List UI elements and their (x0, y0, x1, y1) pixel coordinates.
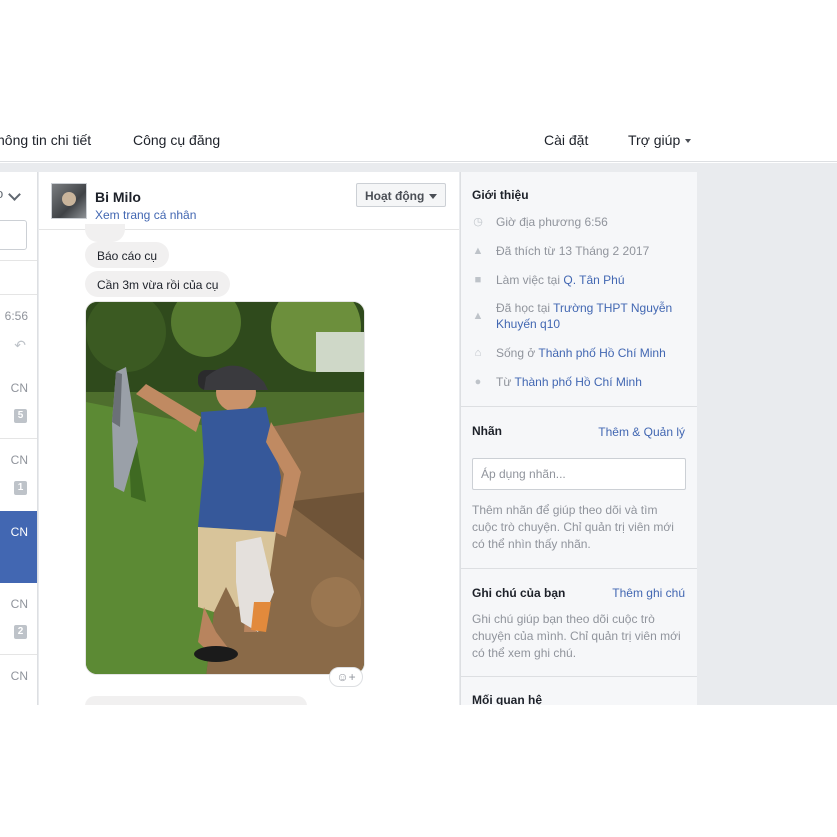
education-prefix: Đã học tại (496, 301, 554, 315)
thread-date: CN (10, 597, 28, 611)
notes-title: Ghi chú của bạn (472, 586, 566, 600)
divider (461, 568, 697, 569)
clock-icon: ◷ (473, 216, 483, 228)
thread-date: CN (10, 381, 28, 395)
smiley-plus-icon[interactable]: ☺+ (329, 667, 363, 687)
message-bubble: Báo cáo cụ (85, 242, 170, 268)
current-city-link[interactable]: Thành phố Hồ Chí Minh (538, 346, 665, 360)
page-inbox: hông tin chi tiết Công cụ đăng Cài đặt T… (0, 0, 837, 837)
activity-label: Hoạt động (365, 189, 425, 203)
contact-name[interactable]: Bi Milo (95, 189, 141, 205)
thread-item[interactable]: 6:56 ↶ (0, 295, 37, 367)
labels-help-text: Thêm nhãn để giúp theo dõi và tìm cuộc t… (472, 503, 674, 551)
reply-arrow-icon: ↶ (14, 337, 26, 353)
thread-item[interactable]: CN 2 (0, 583, 37, 655)
graduation-cap-icon: ▲ (472, 310, 484, 322)
home-icon: ⌂ (474, 347, 482, 359)
avatar[interactable] (51, 183, 87, 219)
top-navigation: hông tin chi tiết Công cụ đăng Cài đặt T… (0, 118, 837, 162)
divider (461, 406, 697, 407)
message-bubble: Cần 3m vừa rồi của cụ (85, 271, 231, 297)
conversation-panel: Bi Milo Xem trang cá nhân Hoạt động Báo … (39, 172, 459, 705)
divider (0, 260, 37, 261)
thread-date: CN (10, 453, 28, 467)
help-menu[interactable]: Trợ giúp (628, 132, 692, 148)
manage-labels-link[interactable]: Thêm & Quản lý (598, 425, 685, 439)
chevron-down-icon[interactable] (8, 188, 21, 201)
lives-prefix: Sống ở (496, 346, 539, 360)
thread-item[interactable]: CN 5 (0, 367, 37, 439)
work-row: ■ Làm việc tại Q. Tân Phú (472, 272, 692, 288)
intro-title: Giới thiệu (472, 188, 529, 202)
caret-down-icon (685, 139, 692, 144)
education-row: ▲ Đã học tại Trường THPT Nguyễn Khuyến q… (472, 300, 692, 332)
conversation-header: Bi Milo Xem trang cá nhân Hoạt động (39, 172, 459, 230)
briefcase-icon: ■ (474, 274, 482, 286)
thread-item[interactable]: CN 1 (0, 439, 37, 511)
filter-label: o (0, 186, 3, 201)
thread-list: o 6:56 ↶ CN 5 CN 1 CN CN 2 CN (0, 172, 38, 705)
thread-item-selected[interactable]: CN (0, 511, 37, 583)
liked-since: Đã thích từ 13 Tháng 2 2017 (496, 244, 650, 258)
thread-date: 6:56 (4, 309, 28, 323)
activity-button[interactable]: Hoạt động (356, 183, 446, 207)
tab-details[interactable]: hông tin chi tiết (0, 132, 91, 148)
unread-badge: 1 (14, 481, 27, 495)
thumbs-up-icon: ▲ (472, 245, 484, 257)
tab-settings[interactable]: Cài đặt (544, 132, 588, 148)
view-profile-link[interactable]: Xem trang cá nhân (95, 208, 196, 222)
labels-title: Nhãn (472, 424, 502, 438)
thread-search-input[interactable] (0, 220, 27, 250)
local-time-row: ◷ Giờ địa phương 6:56 (472, 214, 692, 230)
message-bubble (85, 696, 307, 705)
unread-badge: 5 (14, 409, 27, 423)
message-photo[interactable] (85, 301, 365, 675)
thread-date: CN (10, 525, 28, 539)
from-prefix: Từ (496, 375, 515, 389)
thread-date: CN (10, 669, 28, 683)
unread-badge: 2 (14, 625, 27, 639)
info-panel: Giới thiệu ◷ Giờ địa phương 6:56 ▲ Đã th… (460, 172, 697, 705)
divider (461, 676, 697, 677)
add-note-link[interactable]: Thêm ghi chú (612, 586, 685, 600)
liked-since-row: ▲ Đã thích từ 13 Tháng 2 2017 (472, 243, 692, 259)
photo-image (86, 302, 364, 674)
tab-publishing-tools[interactable]: Công cụ đăng (133, 132, 220, 148)
caret-down-icon (429, 194, 438, 200)
work-prefix: Làm việc tại (496, 273, 564, 287)
help-label: Trợ giúp (628, 132, 681, 148)
lives-in-row: ⌂ Sống ở Thành phố Hồ Chí Minh (472, 345, 692, 361)
hometown-link[interactable]: Thành phố Hồ Chí Minh (514, 375, 641, 389)
workplace-link[interactable]: Q. Tân Phú (563, 273, 624, 287)
thread-item[interactable]: CN (0, 655, 37, 705)
notes-help-text: Ghi chú giúp bạn theo dõi cuộc trò chuyệ… (472, 612, 681, 660)
local-time: Giờ địa phương 6:56 (496, 215, 608, 229)
from-row: ● Từ Thành phố Hồ Chí Minh (472, 374, 692, 390)
apply-label-input[interactable]: Áp dụng nhãn... (472, 458, 686, 490)
location-pin-icon: ● (474, 376, 482, 388)
relationship-title: Mối quan hệ (472, 693, 542, 705)
message-bubble (85, 224, 125, 242)
